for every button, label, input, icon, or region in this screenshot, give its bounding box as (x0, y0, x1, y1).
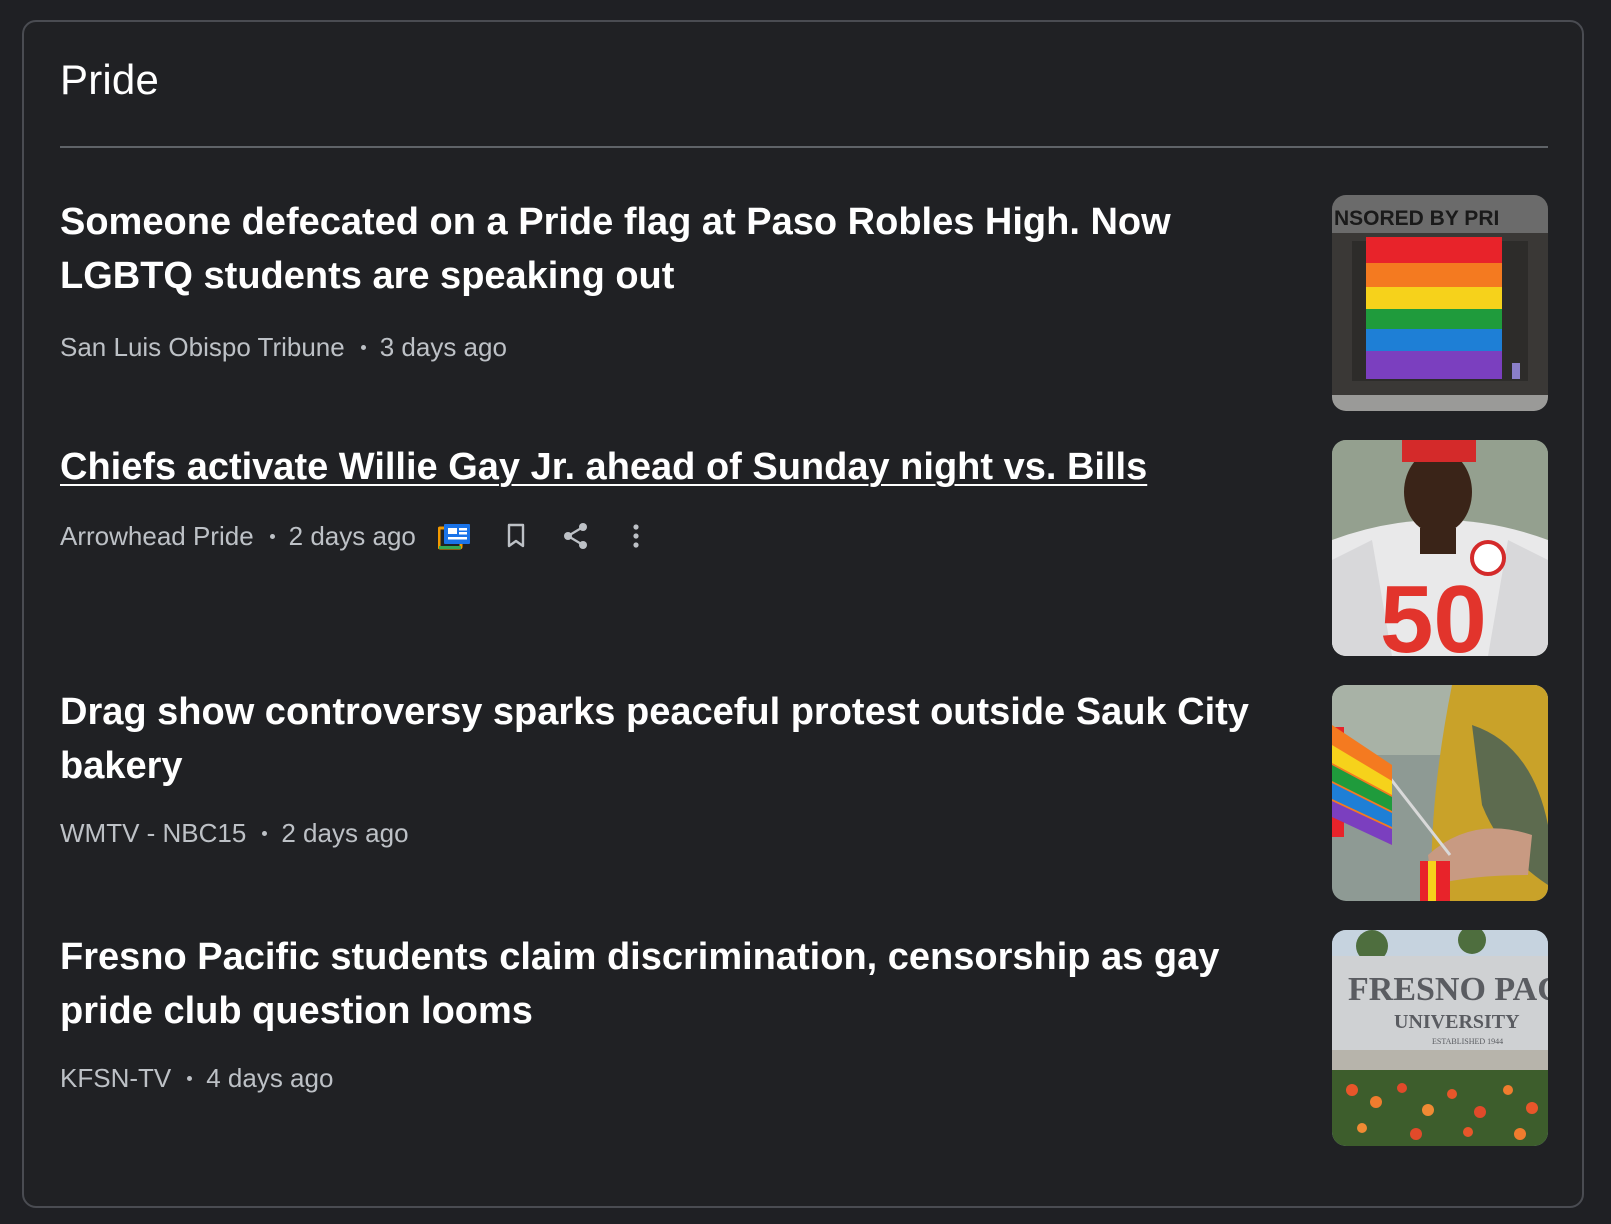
news-card: Pride Someone defecated on a Pride flag … (22, 20, 1584, 1208)
separator-dot (187, 1075, 193, 1081)
more-vert-icon[interactable] (616, 516, 656, 556)
article-headline[interactable]: Drag show controversy sparks peaceful pr… (60, 685, 1290, 793)
share-icon[interactable] (556, 516, 596, 556)
article-age: 4 days ago (206, 1062, 334, 1093)
separator-dot (269, 533, 275, 539)
thumbnail-sign-text-2: UNIVERSITY (1394, 1011, 1520, 1033)
article-item: Drag show controversy sparks peaceful pr… (60, 685, 1548, 901)
separator-dot (262, 830, 268, 836)
article-thumbnail[interactable] (1332, 685, 1548, 901)
article-meta: San Luis Obispo Tribune 3 days ago (60, 327, 507, 367)
article-age: 2 days ago (288, 520, 416, 551)
section-title: Pride (60, 56, 160, 103)
article-age: 2 days ago (281, 817, 409, 848)
article-meta: KFSN-TV 4 days ago (60, 1058, 333, 1098)
article-age: 3 days ago (379, 331, 507, 362)
article-item: Someone defecated on a Pride flag at Pas… (60, 195, 1548, 411)
article-source: San Luis Obispo Tribune (60, 331, 345, 362)
article-source: WMTV - NBC15 (60, 817, 247, 848)
article-headline[interactable]: Chiefs activate Willie Gay Jr. ahead of … (60, 440, 1290, 494)
article-source: Arrowhead Pride (60, 520, 254, 551)
article-source: KFSN-TV (60, 1062, 172, 1093)
article-meta: WMTV - NBC15 2 days ago (60, 813, 409, 853)
full-coverage-icon[interactable] (436, 516, 476, 556)
article-thumbnail[interactable]: FRESNO PACIFIC UNIVERSITY ESTABLISHED 19… (1332, 930, 1548, 1146)
divider (60, 146, 1548, 148)
separator-dot (360, 344, 366, 350)
article-item: Fresno Pacific students claim discrimina… (60, 930, 1548, 1146)
bookmark-icon[interactable] (496, 516, 536, 556)
thumbnail-sign-text-1: FRESNO PACIFIC (1348, 971, 1548, 1008)
article-headline[interactable]: Fresno Pacific students claim discrimina… (60, 930, 1290, 1038)
thumbnail-jersey-number: 50 (1380, 566, 1487, 656)
article-headline[interactable]: Someone defecated on a Pride flag at Pas… (60, 195, 1290, 303)
article-thumbnail[interactable]: NSORED BY PRI (1332, 195, 1548, 411)
thumbnail-sign-text-3: ESTABLISHED 1944 (1432, 1037, 1503, 1046)
article-item: Chiefs activate Willie Gay Jr. ahead of … (60, 440, 1548, 656)
article-meta: Arrowhead Pride 2 days ago (60, 516, 656, 556)
article-thumbnail[interactable]: 50 (1332, 440, 1548, 656)
thumbnail-sign-text: NSORED BY PRI (1334, 207, 1499, 230)
